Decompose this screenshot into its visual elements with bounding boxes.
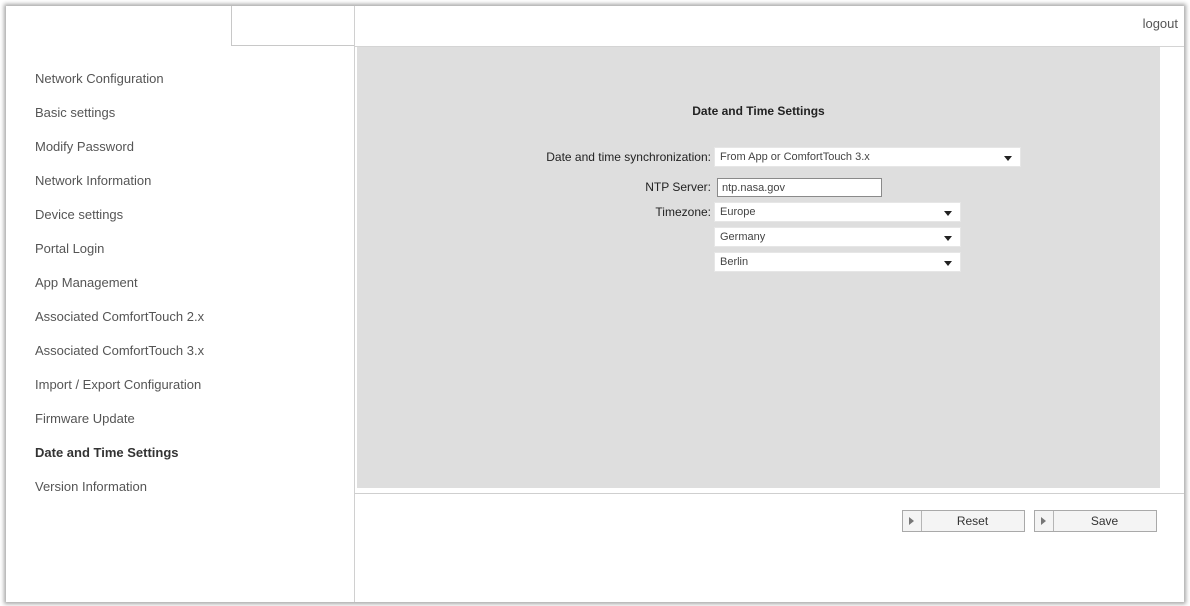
sidebar: Network Configuration Basic settings Mod… bbox=[6, 6, 355, 602]
timezone-city-select[interactable]: Berlin bbox=[714, 252, 961, 272]
sync-row: Date and time synchronization: bbox=[357, 147, 711, 167]
timezone-country-select[interactable]: Germany bbox=[714, 227, 961, 247]
sidebar-item-associated-comforttouch-2x[interactable]: Associated ComfortTouch 2.x bbox=[35, 300, 204, 334]
ntp-row: NTP Server: bbox=[357, 177, 711, 197]
button-arrow-box bbox=[1035, 511, 1054, 531]
sync-select[interactable]: From App or ComfortTouch 3.x bbox=[714, 147, 1021, 167]
timezone-label: Timezone: bbox=[655, 205, 711, 219]
chevron-down-icon bbox=[1004, 156, 1012, 161]
play-arrow-icon bbox=[1041, 517, 1046, 525]
reset-button-label: Reset bbox=[956, 514, 989, 528]
button-arrow-box bbox=[903, 511, 922, 531]
sidebar-item-version-information[interactable]: Version Information bbox=[35, 470, 204, 504]
save-button[interactable]: Save bbox=[1034, 510, 1157, 532]
sidebar-nav: Network Configuration Basic settings Mod… bbox=[35, 62, 204, 504]
sidebar-item-import-export[interactable]: Import / Export Configuration bbox=[35, 368, 204, 402]
timezone-city-value: Berlin bbox=[720, 256, 749, 268]
chevron-down-icon bbox=[944, 211, 952, 216]
sidebar-item-date-time-settings[interactable]: Date and Time Settings bbox=[35, 436, 204, 470]
sidebar-item-portal-login[interactable]: Portal Login bbox=[35, 232, 204, 266]
settings-panel: Date and Time Settings Date and time syn… bbox=[357, 47, 1160, 488]
chevron-down-icon bbox=[944, 236, 952, 241]
sidebar-item-device-settings[interactable]: Device settings bbox=[35, 198, 204, 232]
divider bbox=[355, 493, 1184, 494]
play-arrow-icon bbox=[909, 517, 914, 525]
sidebar-tab bbox=[231, 6, 354, 46]
sync-label: Date and time synchronization: bbox=[546, 150, 711, 164]
chevron-down-icon bbox=[944, 261, 952, 266]
timezone-region-select[interactable]: Europe bbox=[714, 202, 961, 222]
timezone-row: Timezone: bbox=[357, 202, 711, 222]
save-button-label: Save bbox=[1090, 514, 1119, 528]
timezone-region-value: Europe bbox=[720, 206, 756, 218]
app-window: Network Configuration Basic settings Mod… bbox=[6, 6, 1184, 602]
sidebar-item-modify-password[interactable]: Modify Password bbox=[35, 130, 204, 164]
page-title: Date and Time Settings bbox=[692, 104, 825, 118]
sync-select-value: From App or ComfortTouch 3.x bbox=[720, 151, 870, 163]
timezone-country-value: Germany bbox=[720, 231, 766, 243]
sidebar-item-associated-comforttouch-3x[interactable]: Associated ComfortTouch 3.x bbox=[35, 334, 204, 368]
ntp-label: NTP Server: bbox=[645, 180, 711, 194]
sidebar-item-basic-settings[interactable]: Basic settings bbox=[35, 96, 204, 130]
sidebar-item-app-management[interactable]: App Management bbox=[35, 266, 204, 300]
ntp-server-input[interactable] bbox=[717, 178, 882, 197]
top-bar: logout bbox=[355, 6, 1184, 47]
reset-button[interactable]: Reset bbox=[902, 510, 1025, 532]
sidebar-item-network-information[interactable]: Network Information bbox=[35, 164, 204, 198]
logout-link[interactable]: logout bbox=[1143, 16, 1178, 31]
sidebar-item-firmware-update[interactable]: Firmware Update bbox=[35, 402, 204, 436]
sidebar-item-network-configuration[interactable]: Network Configuration bbox=[35, 62, 204, 96]
